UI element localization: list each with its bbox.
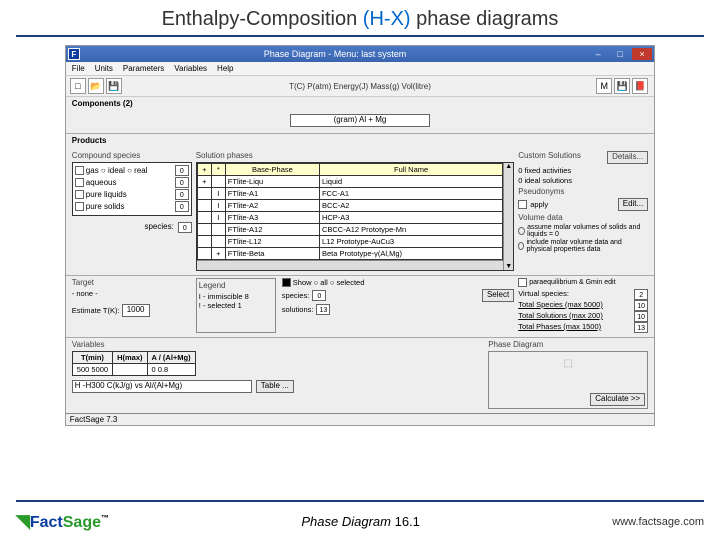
show-checkbox[interactable]	[282, 278, 291, 287]
volume-title: Volume data	[518, 213, 648, 222]
liquids-checkbox[interactable]	[75, 190, 84, 199]
total-solutions-link[interactable]: Total Solutions (max 200)	[518, 311, 603, 322]
estimate-t-input[interactable]: 1000	[122, 304, 150, 317]
status-bar: FactSage 7.3	[66, 413, 654, 425]
select-button[interactable]: Select	[482, 289, 514, 302]
table-button[interactable]: Table ...	[256, 380, 294, 393]
apply-checkbox[interactable]	[518, 200, 527, 209]
volume-radio-2[interactable]	[518, 242, 524, 250]
totals-panel: paraequilibrium & Gmin edit Virtual spec…	[518, 278, 648, 333]
units-summary: T(C) P(atm) Energy(J) Mass(g) Vol(litre)	[124, 82, 596, 91]
menu-variables[interactable]: Variables	[174, 64, 207, 73]
paraequil-checkbox[interactable]	[518, 278, 527, 287]
table-row: IFTlite-A2BCC-A2	[197, 200, 502, 212]
title-rule	[16, 35, 704, 37]
phase-diagram-panel: Phase Diagram ⬚ Calculate >>	[488, 340, 648, 409]
slide-title: Enthalpy-Composition (H-X) phase diagram…	[0, 0, 720, 35]
slide-footer: ◥FactSage™ Phase Diagram 16.1 www.factsa…	[0, 511, 720, 532]
window-title: Phase Diagram - Menu: last system	[84, 49, 586, 59]
toolbar: □ 📂 💾 T(C) P(atm) Energy(J) Mass(g) Vol(…	[66, 76, 654, 97]
custom-panel: Custom Solutions Details... 0 fixed acti…	[518, 151, 648, 271]
bottom-row: Variables T(min)H(max)A / (Al+Mg) 500 50…	[66, 338, 654, 413]
maximize-button[interactable]: □	[610, 48, 630, 60]
close-button[interactable]: ×	[632, 48, 652, 60]
open-icon[interactable]: 📂	[88, 78, 104, 94]
species-count: 0	[178, 222, 192, 233]
compound-row-solids: pure solids0	[75, 201, 189, 212]
footer-url: www.factsage.com	[612, 516, 704, 528]
menubar: File Units Parameters Variables Help	[66, 62, 654, 76]
table-row: IFTlite-A3HCP-A3	[197, 212, 502, 224]
products-label: Products	[66, 134, 654, 147]
compound-title: Compound species	[72, 151, 192, 160]
menu-help[interactable]: Help	[217, 64, 233, 73]
aqueous-checkbox[interactable]	[75, 178, 84, 187]
legend-panel: Legend I - immiscible 8 ! - selected 1	[196, 278, 276, 333]
mid-row: Target - none - Estimate T(K): 1000 Lege…	[66, 276, 654, 338]
save-icon[interactable]: 💾	[106, 78, 122, 94]
menu-file[interactable]: File	[72, 64, 85, 73]
edit-button[interactable]: Edit...	[618, 198, 648, 211]
footer-page-label: Phase Diagram 16.1	[301, 514, 420, 529]
tool-save2-icon[interactable]: 💾	[614, 78, 630, 94]
calculate-button[interactable]: Calculate >>	[590, 393, 645, 406]
components-row: (gram) Al + Mg	[66, 110, 654, 134]
footer-rule	[16, 500, 704, 502]
solution-phases-panel: Solution phases + * Base-Phase Full Name…	[196, 151, 514, 271]
table-row: IFTlite-A1FCC-A1	[197, 188, 502, 200]
axis-input[interactable]: H -H300 C(kJ/g) vs Al/(Al+Mg)	[72, 380, 252, 393]
table-row: FTlite-L12L12 Prototype-AuCu3	[197, 236, 502, 248]
tool-book-icon[interactable]: 📕	[632, 78, 648, 94]
components-input[interactable]: (gram) Al + Mg	[290, 114, 430, 127]
app-icon: F	[68, 48, 80, 60]
products-panel: Compound species gas ○ ideal ○ real0 aqu…	[66, 147, 654, 276]
details-button[interactable]: Details...	[607, 151, 648, 164]
app-window: F Phase Diagram - Menu: last system – □ …	[65, 45, 655, 426]
solution-title: Solution phases	[196, 151, 514, 160]
v-scrollbar[interactable]: ▲▼	[503, 163, 513, 270]
table-row: FTlite-A12CBCC-A12 Prototype-Mn	[197, 224, 502, 236]
h-scrollbar[interactable]	[197, 260, 503, 270]
diagram-preview-icon: ⬚	[491, 358, 645, 369]
table-row: +FTlite-LiquLiquid	[197, 176, 502, 188]
species-label: species:	[144, 222, 173, 233]
compound-row-gas: gas ○ ideal ○ real0	[75, 165, 189, 176]
table-row: +FTlite-BetaBeta Prototype-γ(Al,Mg)	[197, 248, 502, 260]
solution-table: + * Base-Phase Full Name +FTlite-LiquLiq…	[197, 163, 503, 260]
target-panel: Target - none - Estimate T(K): 1000	[72, 278, 192, 333]
tool-m-icon[interactable]: M	[596, 78, 612, 94]
compound-row-aqueous: aqueous0	[75, 177, 189, 188]
pseudonyms-label: Pseudonyms	[518, 187, 564, 196]
components-label: Components (2)	[66, 97, 654, 110]
custom-title: Custom Solutions	[518, 151, 581, 164]
gas-checkbox[interactable]	[75, 166, 84, 175]
menu-units[interactable]: Units	[95, 64, 113, 73]
compound-species-panel: Compound species gas ○ ideal ○ real0 aqu…	[72, 151, 192, 271]
titlebar: F Phase Diagram - Menu: last system – □ …	[66, 46, 654, 62]
factsage-logo: ◥FactSage™	[16, 511, 109, 532]
minimize-button[interactable]: –	[588, 48, 608, 60]
new-icon[interactable]: □	[70, 78, 86, 94]
variables-panel: Variables T(min)H(max)A / (Al+Mg) 500 50…	[72, 340, 484, 409]
total-phases-link[interactable]: Total Phases (max 1500)	[518, 322, 601, 333]
total-species-link[interactable]: Total Species (max 5000)	[518, 300, 603, 311]
solids-checkbox[interactable]	[75, 202, 84, 211]
variables-table: T(min)H(max)A / (Al+Mg) 500 50000 0.8	[72, 351, 196, 376]
menu-parameters[interactable]: Parameters	[123, 64, 164, 73]
volume-radio-1[interactable]	[518, 227, 525, 235]
compound-row-liquids: pure liquids0	[75, 189, 189, 200]
